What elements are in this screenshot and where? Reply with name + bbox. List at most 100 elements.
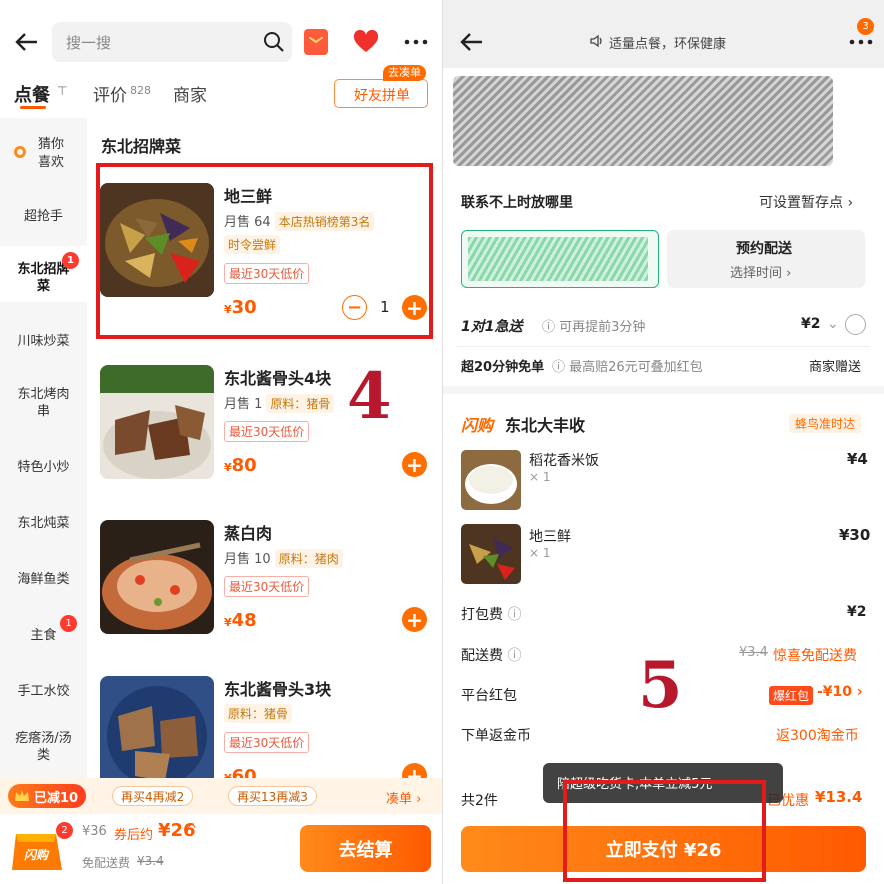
back-arrow-icon[interactable] — [457, 28, 487, 56]
sidebar-item-guess[interactable]: 猜你喜欢 — [0, 134, 87, 174]
scheduled-delivery-option[interactable]: 预约配送 选择时间 › — [667, 230, 865, 288]
dish-image — [100, 676, 214, 790]
sidebar-item-label: 川味炒菜 — [17, 334, 70, 349]
sidebar-item-stew[interactable]: 东北炖菜 — [0, 515, 87, 535]
coins-label: 下单返金币 — [461, 728, 531, 744]
promo-tier-2: 再买13再减3 — [228, 786, 317, 806]
checkout-button[interactable]: 去结算 — [300, 825, 431, 872]
tab-shop[interactable]: 商家 — [173, 81, 207, 106]
delivery-fee-label: 配送费 ⓘ — [461, 648, 522, 664]
cart-original-total: ¥36 — [82, 824, 107, 839]
sidebar-item-label: 东北招牌菜 — [17, 262, 70, 294]
checkout-label: 去结算 — [338, 839, 393, 861]
redacted-address — [453, 76, 833, 166]
packing-fee: ¥2 — [847, 604, 867, 620]
more-badge: 3 — [857, 18, 874, 35]
dropoff-point-link[interactable]: 可设置暂存点 › — [759, 192, 853, 212]
search-placeholder: 搜一搜 — [66, 34, 112, 52]
back-arrow-icon[interactable] — [12, 28, 42, 56]
item-name: 稻花香米饭 — [529, 453, 599, 469]
item-thumbnail — [461, 450, 521, 510]
sort-icon[interactable]: ⊤ — [57, 84, 67, 98]
item-qty: × 1 — [529, 546, 551, 560]
dish-price: ¥80 — [224, 455, 257, 476]
express-title: 1对1急送 — [461, 319, 523, 335]
contact-label: 联系不上时放哪里 — [461, 195, 573, 211]
search-icon[interactable] — [262, 30, 286, 54]
low-price-tag: 最近30天低价 — [224, 732, 310, 753]
group-order-button[interactable]: 好友拼单 — [334, 79, 428, 108]
dish-card[interactable]: 蒸白肉 月售 10 原料：猪肉 最近30天低价 ¥48 + — [100, 520, 430, 642]
delivery-fee-label: 免配送费 — [82, 856, 131, 870]
ingredient-tag: 原料：猪骨 — [224, 704, 293, 723]
delivery-fee-free: 惊喜免配送费 — [773, 648, 857, 664]
sidebar-item-bbq[interactable]: 东北烤肉串 — [0, 386, 87, 426]
red-packet-label: 平台红包 — [461, 688, 517, 704]
red-packet-icon[interactable] — [304, 29, 328, 55]
dish-name: 东北酱骨头4块 — [224, 369, 332, 388]
schedule-sub: 选择时间 › — [730, 266, 792, 281]
sidebar-item-staple[interactable]: 主食 1 — [0, 615, 87, 647]
speaker-icon — [589, 33, 605, 49]
item-name: 地三鲜 — [529, 529, 571, 545]
more-icon[interactable] — [402, 30, 430, 54]
express-desc: ⓘ 可再提前3分钟 — [542, 320, 646, 335]
ingredient-tag: 原料：猪肉 — [274, 549, 343, 568]
row-divider — [457, 346, 870, 347]
item-thumbnail — [461, 524, 521, 584]
sidebar-badge: 1 — [60, 615, 77, 632]
item-count: 共2件 — [461, 793, 498, 809]
favorite-heart-icon[interactable] — [352, 29, 380, 55]
sidebar-item-label: 疙瘩汤/汤类 — [15, 731, 72, 763]
coins-value: 返300淘金币 — [776, 728, 859, 744]
add-more-link[interactable]: 凑单 › — [386, 788, 421, 807]
sidebar-item-sichuan[interactable]: 川味炒菜 — [0, 333, 87, 353]
sidebar-item-soup[interactable]: 疙瘩汤/汤类 — [0, 730, 87, 770]
item-price: ¥4 — [847, 450, 868, 468]
group-order-tag: 去凑单 — [383, 65, 426, 81]
checkout-screen: 适量点餐，环保健康 3 联系不上时放哪里 可设置暂存点 › 预约配送 选择时间 … — [443, 0, 884, 884]
chevron-up-icon[interactable]: ^ — [186, 822, 198, 838]
sidebar-item-hot[interactable]: 超抢手 — [0, 208, 87, 228]
dish-sales-row: 月售 10 原料：猪肉 — [224, 548, 343, 568]
annotation-number: 4 — [347, 359, 392, 434]
group-order-label: 好友拼单 — [354, 88, 410, 104]
sidebar-item-label: 超抢手 — [23, 209, 63, 224]
tab-reviews[interactable]: 评价 — [93, 81, 127, 106]
dish-image — [100, 365, 214, 479]
sidebar-item-signature[interactable]: 东北招牌菜 1 — [0, 246, 87, 302]
free-value: 商家赠送 — [809, 360, 862, 375]
shop-tag: 蜂鸟准时达 — [789, 414, 862, 433]
delivery-fee-original: ¥3.4 — [137, 854, 164, 868]
promo-tier-1: 再买4再减2 — [112, 786, 194, 806]
add-dish-button[interactable]: + — [402, 452, 427, 477]
search-input[interactable]: 搜一搜 — [52, 22, 292, 62]
shop-badge: 闪购 — [461, 416, 494, 435]
category-sidebar: 猜你喜欢 超抢手 东北招牌菜 1 川味炒菜 东北烤肉串 特色小炒 东北炖菜 海鲜… — [0, 118, 87, 778]
sidebar-item-label: 海鲜鱼类 — [17, 572, 70, 587]
dish-sales: 月售 10 — [224, 552, 271, 567]
sidebar-item-seafood[interactable]: 海鲜鱼类 — [0, 571, 87, 591]
dish-sales-row: 月售 1 原料：猪骨 — [224, 393, 335, 413]
red-packet-value[interactable]: -¥10 › — [817, 684, 863, 700]
cart-logo: 闪购 — [24, 848, 49, 862]
packing-fee-label: 打包费 ⓘ — [461, 607, 522, 623]
section-title: 东北招牌菜 — [101, 137, 182, 156]
dish-price: ¥48 — [224, 610, 257, 631]
immediate-delivery-option[interactable] — [461, 230, 659, 288]
header-notice: 适量点餐，环保健康 — [609, 37, 727, 52]
low-price-tag: 最近30天低价 — [224, 576, 310, 597]
active-tab-indicator — [20, 106, 46, 109]
tab-order[interactable]: 点餐 — [14, 81, 50, 107]
sidebar-item-label: 特色小炒 — [17, 460, 70, 475]
sidebar-item-label: 东北炖菜 — [17, 516, 70, 531]
low-price-tag: 最近30天低价 — [224, 421, 310, 442]
sidebar-item-dumplings[interactable]: 手工水饺 — [0, 683, 87, 703]
express-checkbox[interactable] — [845, 314, 866, 335]
sidebar-badge: 1 — [62, 252, 79, 269]
dish-image — [100, 520, 214, 634]
sidebar-item-stirfry[interactable]: 特色小炒 — [0, 459, 87, 479]
sidebar-item-label: 手工水饺 — [17, 684, 70, 699]
free-title: 超20分钟免单 — [461, 360, 545, 375]
add-dish-button[interactable]: + — [402, 607, 427, 632]
